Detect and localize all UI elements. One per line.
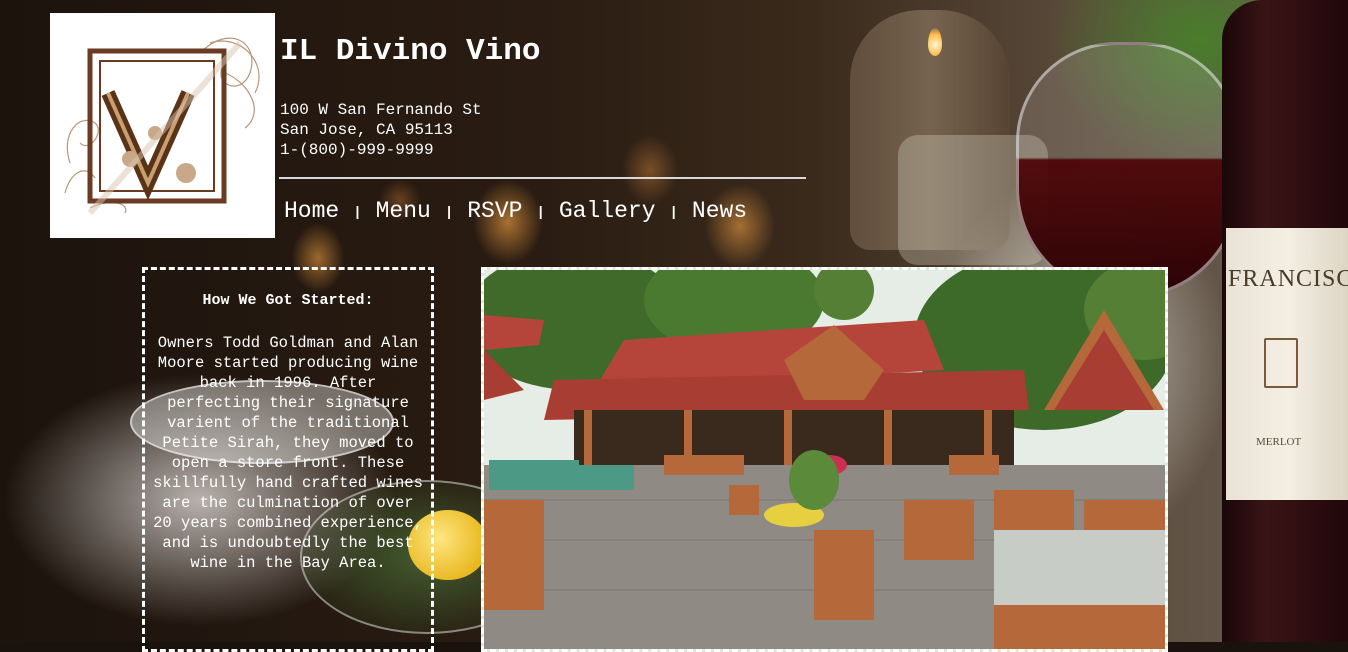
main-nav: Home | Menu | RSVP | Gallery | News bbox=[284, 198, 747, 224]
nav-home-link[interactable]: Home bbox=[284, 198, 339, 224]
nav-menu-link[interactable]: Menu bbox=[376, 198, 431, 224]
street-address: 100 W San Fernando St bbox=[280, 101, 482, 119]
wine-press-icon bbox=[1264, 338, 1298, 388]
restaurant-patio-photo bbox=[481, 267, 1168, 652]
story-heading: How We Got Started: bbox=[202, 292, 374, 309]
nav-news-link[interactable]: News bbox=[692, 198, 747, 224]
bottle-brand-text: FRANCISCAN bbox=[1228, 266, 1348, 292]
candle-flame-image bbox=[928, 28, 942, 56]
nav-gallery-link[interactable]: Gallery bbox=[559, 198, 656, 224]
nav-separator: | bbox=[444, 205, 454, 221]
wine-glass-image bbox=[1016, 42, 1240, 298]
bottle-label: FRANCISCAN MERLOT bbox=[1226, 228, 1348, 500]
story-body: Owners Todd Goldman and Alan Moore start… bbox=[153, 334, 423, 572]
nav-rsvp-link[interactable]: RSVP bbox=[467, 198, 522, 224]
nav-separator: | bbox=[353, 205, 362, 221]
v-monogram-logo-icon bbox=[64, 37, 260, 215]
nav-separator: | bbox=[536, 205, 545, 221]
nav-separator: | bbox=[669, 205, 678, 221]
outdoor-patio-photo-icon bbox=[484, 270, 1165, 649]
city-address: San Jose, CA 95113 bbox=[280, 121, 453, 139]
header-divider bbox=[279, 177, 806, 179]
contact-info: 100 W San Fernando St San Jose, CA 95113… bbox=[280, 100, 482, 160]
bottle-varietal-text: MERLOT bbox=[1256, 436, 1302, 448]
phone-number[interactable]: 1-(800)-999-9999 bbox=[280, 140, 482, 160]
site-title: IL Divino Vino bbox=[280, 34, 541, 69]
story-panel: How We Got Started: Owners Todd Goldman … bbox=[142, 267, 434, 652]
site-logo[interactable] bbox=[50, 13, 275, 238]
